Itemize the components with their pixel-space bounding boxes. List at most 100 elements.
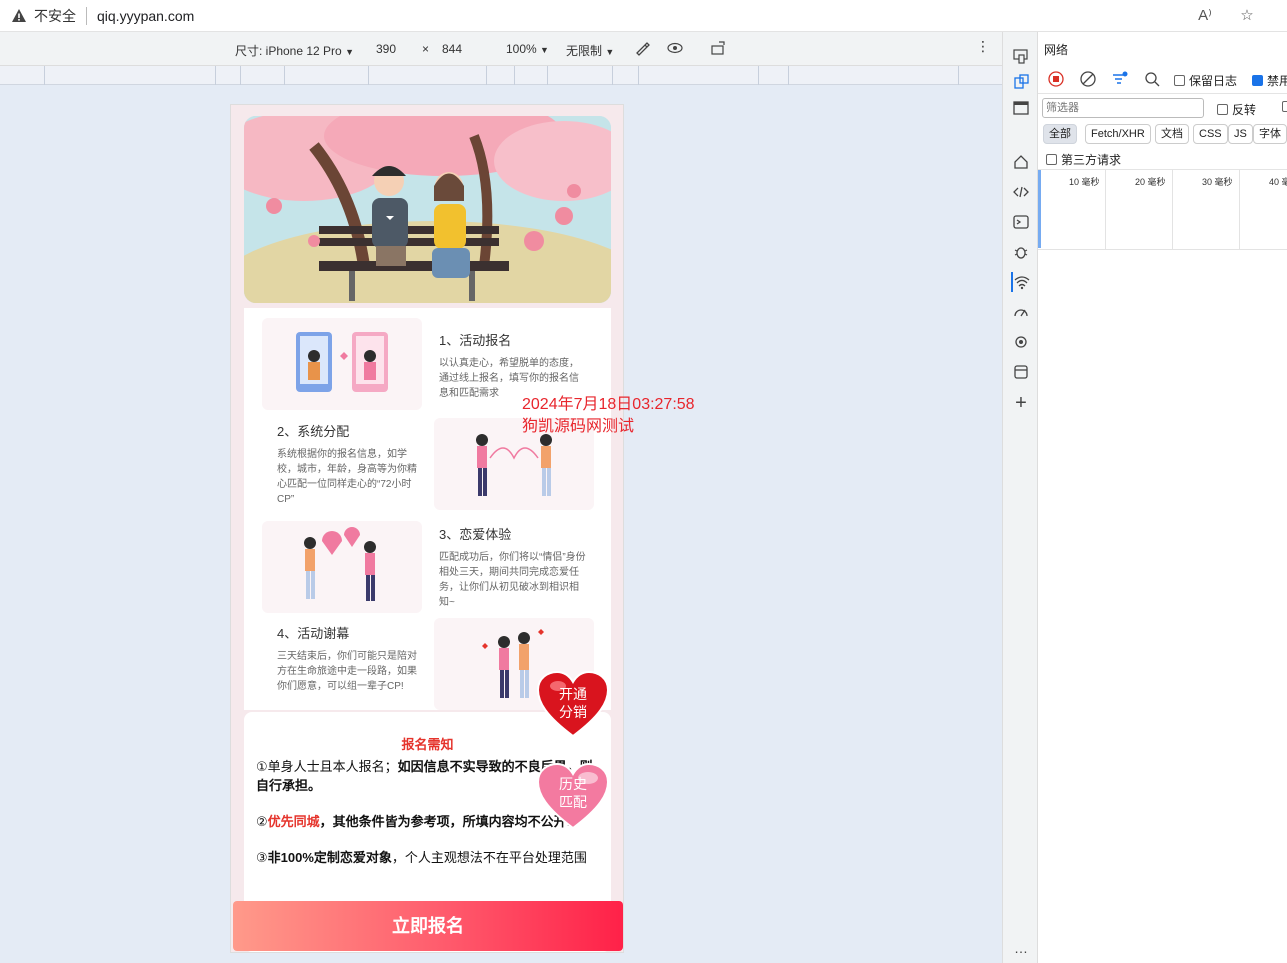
watermark-text: 狗凯源码网测试	[522, 418, 635, 435]
record-stop-icon[interactable]	[1048, 71, 1064, 92]
filter-css[interactable]: CSS	[1193, 124, 1228, 144]
notice-item-2-bold: ，其他条件皆为参考项，所填内容均不公开!	[319, 814, 572, 829]
performance-gauge-icon[interactable]	[1011, 302, 1031, 322]
filter-font[interactable]: 字体	[1253, 124, 1287, 144]
caret-down-icon: ▼	[605, 47, 615, 57]
device-size-label: 尺寸: iPhone 12 Pro	[235, 44, 342, 58]
notice-item-2-highlight: 优先同城	[267, 814, 320, 829]
step2-desc: 系统根据你的报名信息，如学校，城市，年龄，身高等为你精心匹配一位同样走心的“72…	[277, 449, 417, 505]
step3-illustration	[262, 521, 422, 613]
distribution-badge-label-2: 分销	[559, 704, 587, 720]
width-input[interactable]: 390	[376, 42, 396, 56]
history-badge-label: 历史	[559, 776, 587, 792]
height-input[interactable]: 844	[442, 42, 462, 56]
step2-title: 2、系统分配	[277, 424, 350, 439]
preserve-log-label: 保留日志	[1189, 74, 1238, 88]
watermark-date: 2024年7月18日03:27:58	[522, 396, 695, 413]
filter-icon[interactable]	[1112, 71, 1128, 92]
timeline-label-40: 40 毫	[1269, 177, 1287, 187]
memory-chip-icon[interactable]	[1011, 332, 1031, 352]
checkbox-icon[interactable]	[1282, 101, 1287, 112]
throttle-label: 无限制	[566, 44, 603, 58]
more-tools-icon[interactable]: …	[1011, 938, 1031, 958]
disable-cache-label: 禁用	[1267, 74, 1287, 88]
sensor-pen-icon[interactable]	[634, 40, 650, 59]
checkbox-checked-icon	[1252, 75, 1263, 86]
device-toggle-icon[interactable]	[1011, 72, 1031, 92]
mobile-page: 1、活动报名 以认真走心，希望脱单的态度，通过线上报名，填写你的报名信息和匹配需…	[230, 104, 624, 953]
devtools-sidebar: + …	[1002, 32, 1038, 963]
notice-item-1-text: ①单身人士且本人报名；	[256, 759, 398, 774]
warning-icon[interactable]	[10, 7, 28, 25]
throttle-dropdown[interactable]: 无限制 ▼	[566, 42, 614, 59]
caret-down-icon: ▼	[345, 47, 354, 57]
notice-item-3-num: ③	[256, 850, 268, 865]
device-toolbar: 尺寸: iPhone 12 Pro ▼ 390 × 844 100% ▼ 无限制…	[0, 32, 1002, 66]
third-party-checkbox[interactable]: 第三方请求	[1046, 151, 1121, 168]
bug-icon[interactable]	[1011, 242, 1031, 262]
more-options-icon[interactable]: ⋮	[976, 38, 990, 55]
divider	[86, 6, 87, 25]
network-tab-title[interactable]: 网络	[1044, 41, 1068, 58]
checkbox-icon	[1046, 154, 1057, 165]
disable-cache-checkbox[interactable]: 禁用	[1252, 72, 1287, 89]
times-sign: ×	[422, 42, 430, 56]
security-label[interactable]: 不安全	[34, 6, 76, 26]
home-icon[interactable]	[1011, 152, 1031, 172]
signup-button[interactable]: 立即报名	[233, 901, 623, 951]
preserve-log-checkbox[interactable]: 保留日志	[1174, 72, 1237, 89]
search-icon[interactable]	[1144, 71, 1160, 92]
step1-title: 1、活动报名	[439, 333, 512, 348]
distribution-badge[interactable]: 开通 分销	[536, 670, 610, 738]
invert-checkbox[interactable]: 反转	[1217, 101, 1256, 118]
timeline-label-20: 20 毫秒	[1135, 177, 1166, 187]
network-toolbar: 保留日志 禁用	[1038, 64, 1287, 94]
timeline-cursor	[1038, 170, 1041, 248]
watermark: 2024年7月18日03:27:58 狗凯源码网测试	[522, 394, 695, 438]
elements-code-icon[interactable]	[1011, 182, 1031, 202]
favorite-star-icon[interactable]: ☆	[1237, 6, 1257, 24]
device-size-dropdown[interactable]: 尺寸: iPhone 12 Pro ▼	[235, 42, 354, 59]
eye-icon[interactable]	[667, 40, 683, 59]
step4-desc: 三天结束后，你们可能只是陪对方在生命旅途中走一段路，如果你们愿意，可以组一辈子C…	[277, 651, 417, 692]
checkbox-icon	[1174, 75, 1185, 86]
timeline-label-30: 30 毫秒	[1202, 177, 1233, 187]
filter-js[interactable]: JS	[1228, 124, 1253, 144]
invert-label: 反转	[1232, 103, 1257, 117]
filter-input[interactable]	[1042, 98, 1204, 118]
caret-down-icon: ▼	[540, 45, 549, 55]
devtools-network-panel: 网络 保留日志 禁用 反转 全部 Fetch/XHR 文档 CSS JS 字体 …	[1038, 32, 1287, 963]
zoom-dropdown[interactable]: 100% ▼	[506, 42, 549, 56]
media-query-ruler	[0, 66, 1002, 85]
filter-doc[interactable]: 文档	[1155, 124, 1189, 144]
history-badge-label-2: 匹配	[559, 794, 587, 810]
device-emulation-icon[interactable]	[1011, 46, 1031, 66]
clear-icon[interactable]	[1080, 71, 1096, 92]
notice-item-3: ③非100%定制恋爱对象，个人主观想法不在平台处理范围	[256, 848, 599, 867]
notice-item-3-text: ，个人主观想法不在平台处理范围	[391, 850, 587, 865]
window-icon[interactable]	[1011, 98, 1031, 118]
step3-title: 3、恋爱体验	[439, 527, 512, 542]
step1-illustration	[262, 318, 422, 410]
filter-fetch-xhr[interactable]: Fetch/XHR	[1085, 124, 1151, 144]
timeline-label-10: 10 毫秒	[1069, 177, 1100, 187]
rotate-icon[interactable]	[710, 40, 728, 59]
activity-steps: 1、活动报名 以认真走心，希望脱单的态度，通过线上报名，填写你的报名信息和匹配需…	[244, 308, 611, 710]
distribution-badge-label: 开通	[559, 686, 587, 702]
notice-item-3-bold: 非100%定制恋爱对象	[267, 850, 392, 865]
application-icon[interactable]	[1011, 362, 1031, 382]
checkbox-icon	[1217, 104, 1228, 115]
browser-address-bar: 不安全 qiq.yyypan.com A⁾ ☆	[0, 0, 1287, 32]
filter-all[interactable]: 全部	[1043, 124, 1077, 144]
history-match-badge[interactable]: 历史 匹配	[536, 762, 610, 830]
url-text[interactable]: qiq.yyypan.com	[97, 8, 194, 24]
third-party-label: 第三方请求	[1061, 153, 1122, 167]
network-wifi-icon[interactable]	[1011, 272, 1031, 292]
console-icon[interactable]	[1011, 212, 1031, 232]
hero-illustration	[244, 116, 611, 303]
zoom-label: 100%	[506, 42, 537, 56]
notice-item-2-num: ②	[256, 814, 268, 829]
add-tool-icon[interactable]: +	[1011, 392, 1031, 414]
read-aloud-icon[interactable]: A⁾	[1195, 6, 1215, 24]
step3-desc: 匹配成功后，你们将以“情侣”身份相处三天，期间共同完成恋爱任务，让你们从初见破冰…	[439, 552, 586, 608]
